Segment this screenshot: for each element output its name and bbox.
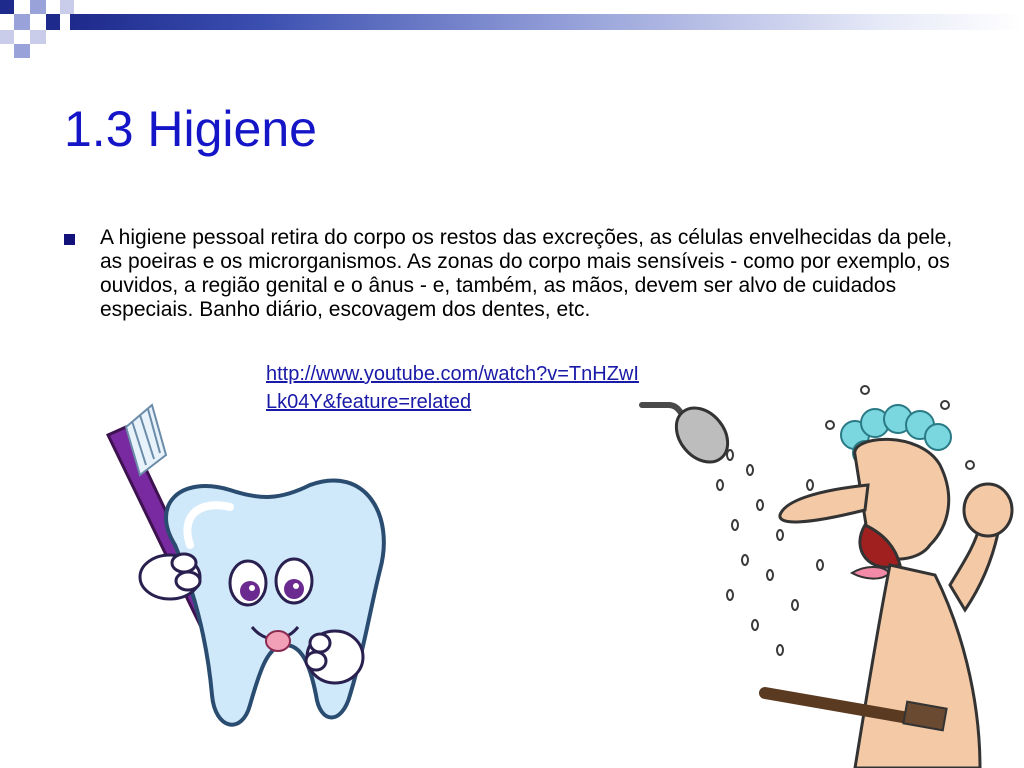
header-gradient-bar	[70, 14, 1024, 30]
deco-square	[46, 14, 60, 30]
deco-square	[60, 0, 74, 14]
tooth-toothbrush-illustration	[105, 403, 386, 727]
deco-square	[14, 44, 30, 58]
deco-square	[30, 30, 46, 44]
bullet-square-icon	[64, 234, 75, 245]
slide-title: 1.3 Higiene	[64, 101, 317, 157]
deco-square	[30, 0, 46, 14]
bullet-text: A higiene pessoal retira do corpo os res…	[100, 226, 953, 321]
deco-square	[0, 0, 14, 14]
deco-square	[14, 14, 30, 30]
deco-square	[0, 30, 14, 44]
shower-man-illustration	[639, 385, 1014, 768]
bullet-item: A higiene pessoal retira do corpo os res…	[64, 226, 964, 322]
header-decoration	[0, 0, 1024, 60]
